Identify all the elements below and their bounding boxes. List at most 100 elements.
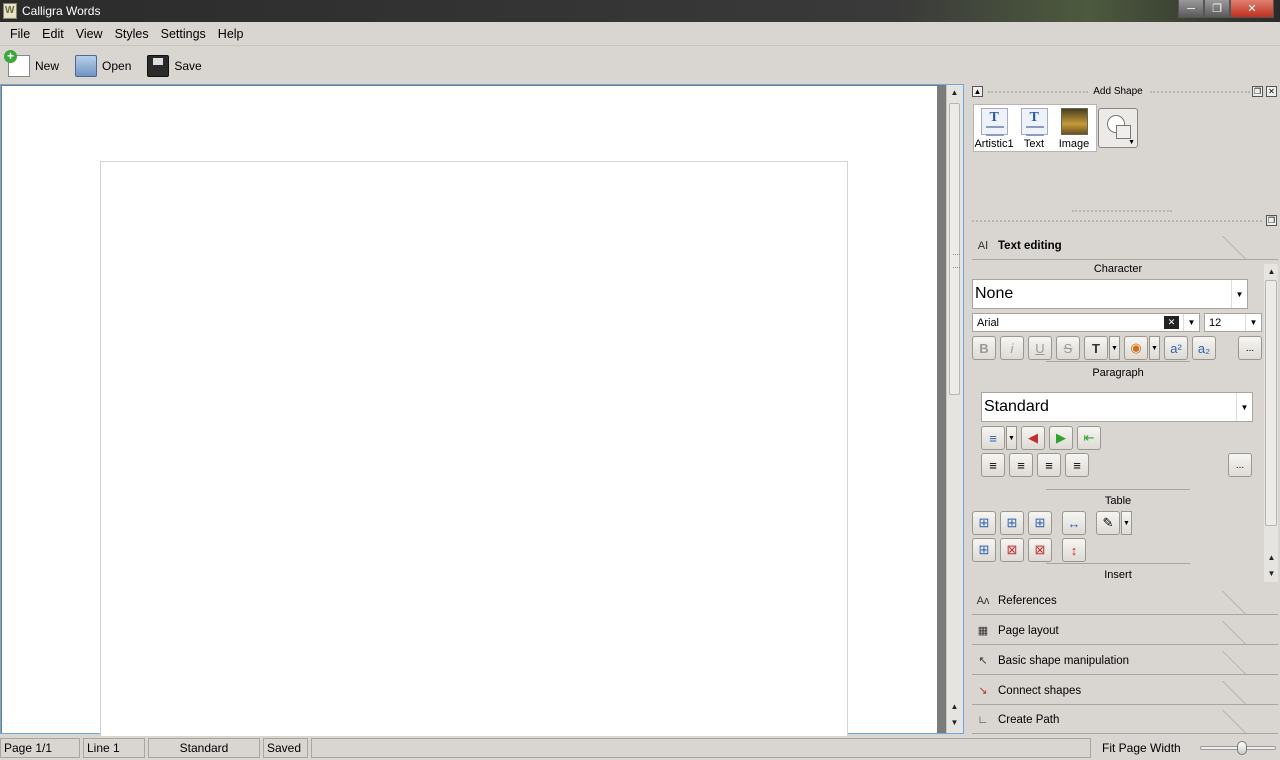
save-button[interactable]: Save — [147, 54, 202, 77]
strikethrough-button[interactable]: S — [1056, 336, 1080, 360]
bold-button[interactable]: B — [972, 336, 996, 360]
align-left-icon: ≡ — [989, 457, 997, 473]
outdent-button[interactable]: ⇤ — [1077, 426, 1101, 450]
merge-cells-button[interactable]: ↔ — [1062, 511, 1086, 535]
open-button[interactable]: Open — [75, 54, 131, 77]
insert-column-left-button[interactable]: ⊞ — [1000, 511, 1024, 535]
italic-button[interactable]: i — [1000, 336, 1024, 360]
insert-row-below-button[interactable]: ⊞ — [972, 538, 996, 562]
table-split-icon: ↕ — [1070, 542, 1078, 558]
align-left-button[interactable]: ≡ — [981, 453, 1005, 477]
superscript-button[interactable]: a² — [1164, 336, 1188, 360]
new-document-icon — [4, 49, 30, 77]
zoom-mode[interactable]: Fit Page Width — [1094, 738, 1194, 758]
document-canvas[interactable] — [2, 95, 937, 741]
border-style-dropdown[interactable]: ▼ — [1121, 511, 1132, 535]
close-window-button[interactable]: ✕ — [1230, 0, 1274, 18]
text-color-dropdown[interactable]: ▼ — [1109, 336, 1120, 360]
artistic-text-icon — [980, 108, 1008, 136]
scrollbar-thumb[interactable] — [949, 103, 960, 395]
align-center-button[interactable]: ≡ — [1009, 453, 1033, 477]
text-shape-icon — [1020, 108, 1048, 136]
scroll-up-icon[interactable]: ▲ — [947, 85, 962, 100]
bullet-list-icon: ≡ — [989, 430, 997, 446]
shape-image[interactable]: Image — [1054, 105, 1094, 151]
character-style-select[interactable]: None ▼ — [972, 279, 1248, 309]
more-shapes-button[interactable]: ▼ — [1098, 108, 1138, 148]
panel-scrollbar-thumb[interactable] — [1265, 280, 1277, 526]
bullet-list-dropdown[interactable]: ▼ — [1006, 426, 1017, 450]
subscript-button[interactable]: a₂ — [1192, 336, 1216, 360]
insert-column-right-button[interactable]: ⊞ — [1028, 511, 1052, 535]
zoom-slider[interactable] — [1200, 741, 1276, 755]
increase-indent-button[interactable]: ▶ — [1049, 426, 1073, 450]
tab-create-path[interactable]: ∟ Create Path — [972, 706, 1280, 734]
close-docker-icon[interactable]: ✕ — [1266, 86, 1277, 97]
saved-indicator: Saved — [263, 738, 308, 758]
status-message — [311, 738, 1091, 758]
increase-indent-icon: ▶ — [1056, 430, 1066, 445]
font-family-value: Arial — [977, 316, 1000, 329]
clear-font-icon[interactable]: ✕ — [1164, 316, 1179, 329]
image-shape-icon — [1060, 108, 1088, 135]
scroll-down-icon[interactable]: ▼ — [1264, 566, 1279, 581]
canvas-top — [2, 86, 937, 95]
page-up-icon[interactable]: ▲ — [947, 699, 962, 714]
paragraph-style-select[interactable]: Standard ▼ — [981, 392, 1253, 422]
save-disk-icon — [147, 54, 170, 77]
shape-collection: Artistic1 Text Image — [973, 104, 1097, 152]
shape-artistic-text[interactable]: Artistic1 — [974, 105, 1014, 151]
line-indicator: Line 1 — [83, 738, 145, 758]
highlight-color-button[interactable]: ◉ — [1124, 336, 1148, 360]
underline-button[interactable]: U — [1028, 336, 1052, 360]
scroll-down-icon[interactable]: ▼ — [947, 715, 962, 730]
menu-view[interactable]: View — [70, 27, 109, 41]
delete-row-button[interactable]: ⊠ — [1000, 538, 1024, 562]
text-color-button[interactable]: T — [1084, 336, 1108, 360]
zoom-slider-handle[interactable] — [1237, 741, 1247, 755]
table-add-column-icon: ⊞ — [1034, 515, 1046, 530]
collapse-docker-icon[interactable]: ▲ — [972, 86, 983, 97]
tab-connect-shapes[interactable]: ↘ Connect shapes — [972, 677, 1280, 705]
character-style-value: None — [975, 285, 1014, 302]
decrease-indent-button[interactable]: ◀ — [1021, 426, 1045, 450]
border-style-button[interactable]: ✎ — [1096, 511, 1120, 535]
shape-text[interactable]: Text — [1014, 105, 1054, 151]
panel-scrollbar[interactable]: ▲ ▲ ▼ — [1264, 264, 1278, 582]
insert-row-above-button[interactable]: ⊞ — [972, 511, 996, 535]
scroll-up-icon[interactable]: ▲ — [1264, 264, 1279, 279]
menu-edit[interactable]: Edit — [36, 27, 70, 41]
menu-styles[interactable]: Styles — [109, 27, 155, 41]
split-cells-button[interactable]: ↕ — [1062, 538, 1086, 562]
style-indicator: Standard — [148, 738, 260, 758]
minimize-button[interactable]: ─ — [1178, 0, 1204, 18]
document-vertical-scrollbar[interactable]: ▲ ▲ ▼ — [946, 85, 963, 733]
page-up-icon[interactable]: ▲ — [1264, 550, 1279, 565]
text-color-icon: T — [1092, 340, 1100, 356]
menu-file[interactable]: File — [4, 27, 36, 41]
tab-page-layout[interactable]: ▦ Page layout — [972, 617, 1280, 645]
delete-column-button[interactable]: ⊠ — [1028, 538, 1052, 562]
align-justify-button[interactable]: ≡ — [1065, 453, 1089, 477]
table-delete-column-icon: ⊠ — [1034, 542, 1046, 557]
font-size-select[interactable]: 12 ▼ — [1204, 313, 1262, 332]
bullet-list-button[interactable]: ≡ — [981, 426, 1005, 450]
character-more-button[interactable]: ... — [1238, 336, 1262, 360]
float-docker-icon[interactable]: ❐ — [1252, 86, 1263, 97]
float-tool-docker-icon[interactable]: ❐ — [1266, 215, 1277, 226]
new-button[interactable]: New — [4, 49, 59, 77]
page-text-area[interactable] — [100, 161, 848, 741]
menu-help[interactable]: Help — [212, 27, 250, 41]
maximize-button[interactable]: ❐ — [1204, 0, 1230, 18]
paragraph-more-button[interactable]: ... — [1228, 453, 1252, 477]
decrease-indent-icon: ◀ — [1028, 430, 1038, 445]
menu-settings[interactable]: Settings — [155, 27, 212, 41]
tab-basic-shape-manipulation[interactable]: ↖ Basic shape manipulation — [972, 647, 1280, 675]
outdent-icon: ⇤ — [1083, 430, 1095, 445]
align-right-button[interactable]: ≡ — [1037, 453, 1061, 477]
tab-references[interactable]: Aᴧ References — [972, 587, 1280, 615]
tab-text-editing[interactable]: AⅠ Text editing — [972, 232, 1280, 260]
font-family-select[interactable]: Arial ✕ ▼ — [972, 313, 1200, 332]
main-toolbar: New Open Save — [0, 47, 1280, 84]
highlight-color-dropdown[interactable]: ▼ — [1149, 336, 1160, 360]
